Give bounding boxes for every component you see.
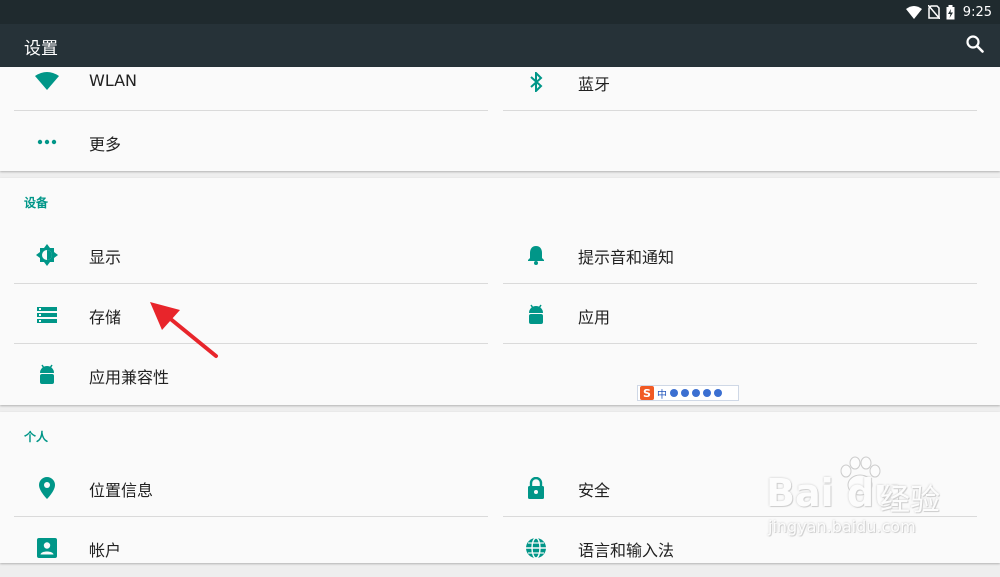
watermark: Bai du 经验 jingyan.baidu.com <box>760 455 970 545</box>
bell-icon <box>523 242 549 268</box>
settings-item-label: 提示音和通知 <box>578 248 675 267</box>
no-sim-icon <box>927 5 940 19</box>
settings-item-storage[interactable]: 存储 <box>14 284 488 344</box>
settings-item-label: 应用兼容性 <box>89 368 170 387</box>
android-icon <box>34 362 60 388</box>
skin-icon <box>703 389 711 397</box>
wireless-section: WLAN 蓝牙 更多 <box>0 67 1000 171</box>
battery-charging-icon <box>946 4 955 20</box>
moon-icon <box>670 389 678 397</box>
device-section: 设备 显示 提示音和通知 存储 应用 应用兼容性 <box>0 178 1000 405</box>
settings-item-label: 位置信息 <box>89 481 154 500</box>
settings-item-location[interactable]: 位置信息 <box>14 457 488 517</box>
punctuation-icon <box>681 389 689 397</box>
ime-logo: S <box>640 386 654 400</box>
settings-item-wlan[interactable]: WLAN <box>14 51 488 111</box>
more-icon <box>34 129 60 155</box>
settings-item-sound-notification[interactable]: 提示音和通知 <box>503 224 977 284</box>
settings-item-apps[interactable]: 应用 <box>503 284 977 344</box>
settings-item-label: 显示 <box>89 248 122 267</box>
toolbox-icon <box>714 389 722 397</box>
settings-item-label: 存储 <box>89 308 122 327</box>
settings-item-label: 蓝牙 <box>578 75 611 94</box>
microphone-icon <box>692 389 700 397</box>
ime-toolbar[interactable]: S 中 <box>637 385 739 401</box>
settings-item-app-compat[interactable]: 应用兼容性 <box>14 344 488 404</box>
android-icon <box>523 302 549 328</box>
settings-item-label: 安全 <box>578 481 611 500</box>
divider <box>503 343 977 344</box>
annotation-arrow <box>150 302 218 358</box>
watermark-url: jingyan.baidu.com <box>768 517 916 536</box>
settings-item-display[interactable]: 显示 <box>14 224 488 284</box>
watermark-cn: 经验 <box>880 483 940 518</box>
globe-icon <box>523 535 549 561</box>
storage-icon <box>34 302 60 328</box>
location-icon <box>34 475 60 501</box>
settings-item-label: 帐户 <box>89 541 122 560</box>
section-header-personal: 个人 <box>24 430 49 444</box>
account-icon <box>34 535 60 561</box>
settings-item-label: 应用 <box>578 308 611 327</box>
wifi-icon <box>34 69 60 95</box>
divider <box>503 110 977 111</box>
lock-icon <box>523 475 549 501</box>
bluetooth-icon <box>523 69 549 95</box>
settings-item-more[interactable]: 更多 <box>14 111 488 171</box>
wifi-icon <box>905 5 922 19</box>
settings-item-label: 语言和输入法 <box>578 541 675 560</box>
status-bar: 9:25 <box>0 0 1000 24</box>
settings-item-label: 更多 <box>89 135 122 154</box>
section-header-device: 设备 <box>24 196 49 210</box>
status-icons: 9:25 <box>905 0 992 24</box>
brightness-icon <box>34 242 60 268</box>
ime-mode[interactable]: 中 <box>657 386 667 401</box>
settings-item-label: WLAN <box>89 71 138 90</box>
settings-item-bluetooth[interactable]: 蓝牙 <box>503 51 977 111</box>
status-time: 9:25 <box>962 4 992 20</box>
settings-item-account[interactable]: 帐户 <box>14 517 488 577</box>
